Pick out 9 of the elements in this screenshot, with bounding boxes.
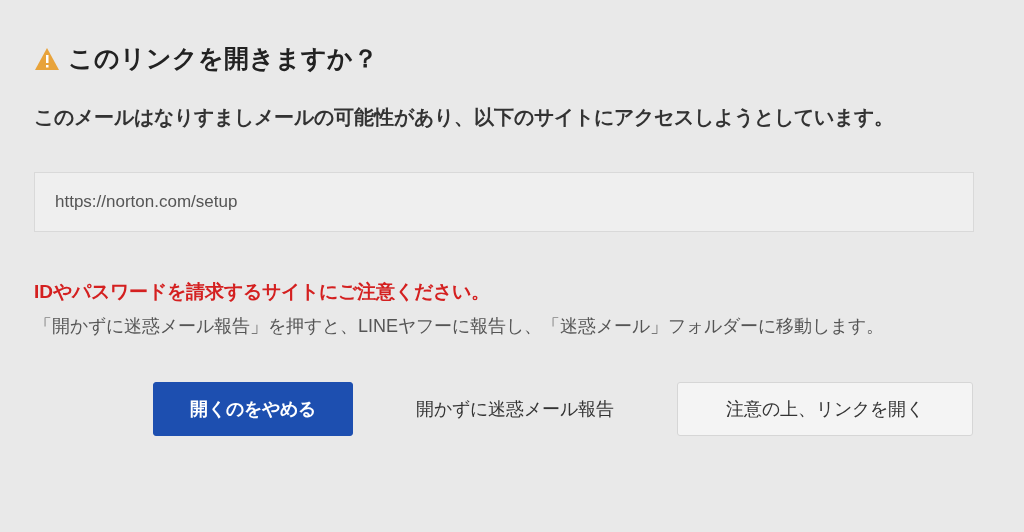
warning-icon	[34, 46, 60, 71]
warning-text: IDやパスワードを請求するサイトにご注意ください。	[34, 279, 491, 304]
dialog-button[interactable]: 開かずに迷惑メール報告	[375, 382, 655, 436]
url-field[interactable]: https://norton.com/setup	[34, 171, 974, 232]
dialog-button[interactable]: 開くのをやめる	[153, 382, 353, 436]
dialog-message: このメールはなりすましメールの可能性があり、以下のサイトにアクセスしようとしています。	[34, 104, 895, 130]
dialog-title: このリンクを開きますか？	[68, 43, 378, 74]
note-text: 「開かずに迷惑メール報告」を押すと、LINEヤフーに報告し、「迷惑メール」フォルダーに移動します。	[34, 315, 886, 338]
dialog-button[interactable]: 注意の上、リンクを開く	[677, 382, 973, 436]
